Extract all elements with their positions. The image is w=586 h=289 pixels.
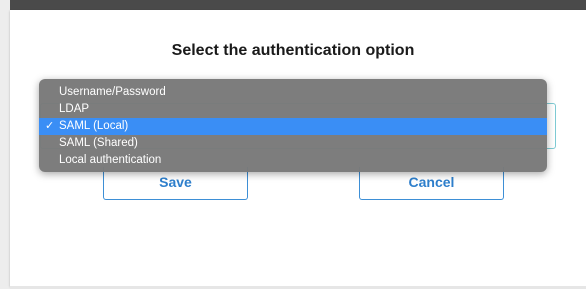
option-label: Local authentication [59, 154, 162, 166]
window-top-edge [0, 0, 586, 10]
authentication-dropdown-menu: Username/Password LDAP ✓ SAML (Local) SA… [39, 79, 547, 172]
option-saml-local[interactable]: ✓ SAML (Local) [39, 118, 547, 135]
option-label: Username/Password [59, 86, 166, 98]
dialog-title: Select the authentication option [171, 42, 415, 59]
option-ldap[interactable]: LDAP [39, 101, 547, 118]
option-local-authentication[interactable]: Local authentication [39, 152, 547, 169]
option-label: LDAP [59, 103, 90, 115]
option-label: SAML (Shared) [59, 137, 138, 149]
option-saml-shared[interactable]: SAML (Shared) [39, 135, 547, 152]
option-label: SAML (Local) [59, 120, 129, 132]
checkmark-icon: ✓ [45, 120, 55, 132]
option-username-password[interactable]: Username/Password [39, 84, 547, 101]
